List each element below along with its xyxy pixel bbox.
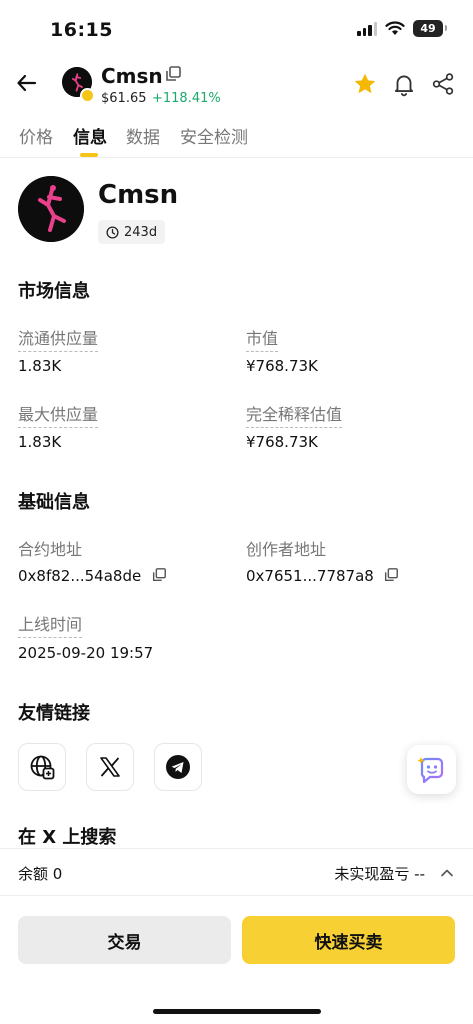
trade-button[interactable]: 交易: [18, 916, 231, 964]
expand-button[interactable]: [439, 865, 455, 881]
ai-assistant-icon: [417, 756, 443, 783]
wifi-icon: [385, 21, 405, 35]
chevron-up-icon: [441, 869, 453, 877]
x-link-button[interactable]: [86, 743, 134, 791]
active-tab-indicator: [80, 153, 98, 157]
listed-time-label[interactable]: 上线时间: [18, 611, 83, 638]
contract-address-value: 0x8f82...54a8de: [18, 567, 142, 585]
back-arrow-icon: [17, 74, 37, 92]
status-icons: 49: [357, 20, 447, 37]
chain-badge-icon: [80, 88, 95, 103]
market-cap-value: ¥768.73K: [246, 357, 318, 375]
copy-icon: [152, 568, 166, 582]
circulating-supply-label[interactable]: 流通供应量: [18, 325, 99, 352]
x-twitter-icon: [100, 757, 120, 777]
telegram-link-button[interactable]: [154, 743, 202, 791]
max-supply-label[interactable]: 最大供应量: [18, 401, 99, 428]
cellular-signal-icon: [357, 21, 377, 36]
search-on-x-title: 在 X 上搜索: [18, 827, 117, 848]
listed-time-value: 2025-09-20 19:57: [18, 644, 154, 662]
back-button[interactable]: [14, 70, 40, 96]
fdv-label[interactable]: 完全稀释估值: [246, 401, 343, 428]
tab-security[interactable]: 安全检测: [180, 123, 248, 148]
tab-bar: 价格 信息 数据 安全检测: [0, 112, 473, 158]
tab-info[interactable]: 信息: [73, 123, 107, 148]
balance-bar[interactable]: 余额 0 未实现盈亏 --: [0, 848, 473, 896]
share-button[interactable]: [430, 71, 456, 97]
telegram-icon: [166, 755, 190, 779]
quick-buy-sell-button[interactable]: 快速买卖: [242, 916, 455, 964]
website-globe-icon: [30, 755, 55, 780]
balance-text: 余额 0: [18, 865, 63, 883]
battery-icon: 49: [413, 20, 447, 37]
clock-icon: [106, 225, 119, 239]
ai-assistant-button[interactable]: [407, 745, 456, 794]
fdv-value: ¥768.73K: [246, 433, 318, 451]
token-logo: [18, 176, 84, 242]
creator-address-value: 0x7651...7787a8: [246, 567, 374, 585]
share-icon: [432, 73, 454, 95]
copy-name-button[interactable]: [164, 65, 182, 83]
links-title: 友情链接: [18, 703, 90, 724]
favorite-button[interactable]: [352, 71, 378, 97]
token-age: 243d: [124, 224, 158, 240]
circulating-supply-value: 1.83K: [18, 357, 62, 375]
tab-price[interactable]: 价格: [19, 123, 53, 148]
token-name: Cmsn: [98, 180, 179, 210]
status-time: 16:15: [50, 19, 113, 41]
star-icon: [354, 73, 376, 94]
tab-data[interactable]: 数据: [126, 123, 160, 148]
status-bar: 16:15 49: [0, 0, 473, 56]
price-alert-button[interactable]: [391, 71, 417, 97]
copy-contract-button[interactable]: [151, 567, 167, 583]
max-supply-value: 1.83K: [18, 433, 62, 451]
bell-icon: [394, 75, 414, 97]
creator-address-label: 创作者地址: [246, 540, 327, 559]
price-change: +118.41%: [152, 91, 221, 106]
token-header: Cmsn $61.65 +118.41%: [0, 56, 473, 112]
copy-creator-button[interactable]: [383, 567, 399, 583]
website-link-button[interactable]: [18, 743, 66, 791]
token-age-badge: 243d: [98, 220, 166, 244]
contract-address-label: 合约地址: [18, 540, 83, 559]
unrealized-pnl-text: 未实现盈亏 --: [334, 865, 425, 883]
copy-icon: [166, 66, 181, 81]
market-cap-label[interactable]: 市值: [246, 325, 279, 352]
copy-icon: [384, 568, 398, 582]
token-title: Cmsn: [101, 64, 163, 88]
market-info-title: 市场信息: [18, 281, 90, 302]
token-price: $61.65: [101, 91, 147, 106]
home-indicator: [153, 1009, 321, 1014]
basic-info-title: 基础信息: [18, 492, 90, 513]
